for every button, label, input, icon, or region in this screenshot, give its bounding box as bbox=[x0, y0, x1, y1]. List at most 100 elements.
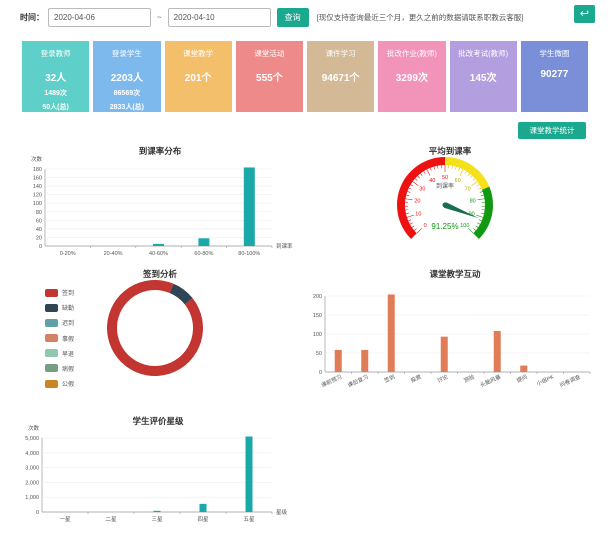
legend-item[interactable]: 早退 bbox=[45, 348, 74, 359]
x-tick-label: 四星 bbox=[197, 516, 209, 523]
x-tick-label: 三星 bbox=[151, 516, 163, 523]
legend-item[interactable]: 公假 bbox=[45, 378, 74, 389]
card-student-circle[interactable]: 学生微圈 90277 bbox=[520, 41, 588, 112]
start-date-input[interactable] bbox=[48, 7, 151, 27]
x-tick-label: 0-20% bbox=[60, 251, 76, 257]
gauge-tick bbox=[479, 191, 483, 193]
gauge-tick bbox=[471, 181, 478, 186]
gauge-tick bbox=[429, 167, 432, 171]
gauge-band-green bbox=[473, 186, 493, 239]
gauge-tick-label: 70 bbox=[465, 187, 471, 193]
gauge-tick bbox=[470, 175, 473, 179]
gauge-tick bbox=[451, 165, 453, 169]
legend-swatch bbox=[45, 288, 58, 297]
gauge-tick bbox=[458, 167, 461, 171]
gauge-tick bbox=[468, 228, 474, 234]
x-axis-label: 星级 bbox=[276, 508, 288, 516]
filter-bar: 时间： ~ 查询 [现仅支持查询最近三个月，更久之前的数据请联系职教云客服] ↩ bbox=[20, 5, 595, 27]
legend-item[interactable]: 缺勤 bbox=[45, 302, 74, 313]
x-tick-label: 投票 bbox=[409, 372, 423, 384]
card-value: 2203人 bbox=[110, 73, 143, 84]
gauge-tick-label: 30 bbox=[419, 187, 425, 193]
gauge-tick bbox=[413, 228, 417, 231]
card-title: 课堂活动 bbox=[254, 49, 285, 58]
legend-item[interactable]: 病假 bbox=[45, 363, 74, 374]
gauge-tick bbox=[481, 212, 485, 215]
card-teacher-login[interactable]: 登录教师 32人 1489次 50人(总) bbox=[22, 41, 90, 112]
x-tick-label: 测验 bbox=[462, 372, 476, 384]
bar bbox=[243, 167, 255, 246]
gauge-tick bbox=[464, 171, 467, 174]
back-button[interactable]: ↩ bbox=[574, 5, 595, 23]
x-tick-label: 问卷调查 bbox=[558, 372, 582, 389]
x-tick-label: 课后复习 bbox=[346, 373, 369, 390]
y-tick-label: 80 bbox=[36, 210, 42, 216]
gauge-tick bbox=[416, 228, 422, 234]
student-rating-chart: 0 1,000 2,000 3,000 4,000 5,000 一星 二星 三星 四星 五星 次数星级 bbox=[25, 424, 288, 523]
query-button[interactable]: 查询 bbox=[276, 7, 309, 27]
gauge-tick bbox=[455, 166, 457, 170]
query-notice: [现仅支持查询最近三个月，更久之前的数据请联系职教云客服] bbox=[316, 12, 524, 22]
avg-attendance-gauge: 0102030405060708090100到课率91.25% bbox=[397, 157, 493, 239]
x-axis-label: 到课率 bbox=[276, 242, 293, 250]
card-value: 145次 bbox=[469, 73, 497, 84]
y-tick-label: 3,000 bbox=[25, 466, 39, 472]
y-tick-label: 120 bbox=[33, 193, 42, 199]
x-tick-label: 讨论 bbox=[436, 372, 450, 384]
card-title: 登录学生 bbox=[111, 49, 142, 58]
y-tick-label: 4,000 bbox=[25, 451, 39, 457]
legend-swatch bbox=[45, 364, 58, 373]
gauge-tick bbox=[476, 214, 484, 218]
class-interaction-title: 课堂教学互动 bbox=[429, 269, 481, 279]
gauge-tick bbox=[467, 173, 470, 176]
legend-label: 病假 bbox=[62, 366, 75, 373]
x-tick-label: 提问 bbox=[515, 373, 528, 385]
card-courseware[interactable]: 课件学习 94671个 bbox=[307, 41, 375, 112]
gauge-tick-label: 50 bbox=[442, 175, 448, 181]
gauge-tick bbox=[437, 165, 439, 169]
bar bbox=[334, 349, 342, 372]
card-student-login[interactable]: 登录学生 2203人 86569次 2833人(总) bbox=[93, 41, 161, 112]
legend-item[interactable]: 迟到 bbox=[45, 317, 74, 328]
bar bbox=[493, 330, 501, 372]
end-date-input[interactable] bbox=[167, 7, 271, 27]
x-tick-label: 20-40% bbox=[104, 251, 123, 257]
card-title: 批改考试(教师) bbox=[458, 49, 509, 58]
date-separator: ~ bbox=[157, 12, 162, 22]
bar bbox=[245, 436, 253, 512]
card-class-activity[interactable]: 课堂活动 555个 bbox=[235, 41, 303, 112]
gauge-tick-label: 40 bbox=[429, 178, 435, 184]
card-value: 555个 bbox=[256, 73, 283, 84]
gauge-tick bbox=[405, 212, 409, 215]
card-class-teaching[interactable]: 课堂教学 201个 bbox=[164, 41, 232, 112]
y-tick-label: 200 bbox=[313, 294, 322, 300]
y-tick-label: 40 bbox=[36, 227, 42, 233]
x-tick-label: 40-60% bbox=[149, 251, 168, 257]
legend-item[interactable]: 事假 bbox=[45, 333, 74, 344]
card-homework-grading[interactable]: 批改作业(教师) 3299次 bbox=[378, 41, 446, 112]
legend-swatch bbox=[45, 349, 58, 358]
stat-cards: 登录教师 32人 1489次 50人(总) 登录学生 2203人 86569次 … bbox=[22, 41, 588, 112]
gauge-label: 到课率 bbox=[436, 182, 454, 190]
gauge-tick bbox=[420, 173, 423, 176]
y-tick-label: 50 bbox=[316, 351, 322, 357]
legend-label: 缺勤 bbox=[62, 306, 75, 313]
card-value: 90277 bbox=[540, 69, 569, 80]
y-tick-label: 0 bbox=[36, 510, 39, 516]
gauge-tick bbox=[417, 175, 420, 179]
bar bbox=[387, 294, 395, 372]
gauge-tick-label: 100 bbox=[460, 223, 469, 229]
card-exam-grading[interactable]: 批改考试(教师) 145次 bbox=[449, 41, 517, 112]
card-sub: 1489次 bbox=[44, 90, 67, 97]
gauge-tick bbox=[459, 169, 464, 176]
y-tick-label: 1,000 bbox=[25, 495, 39, 501]
class-teaching-stats-button[interactable]: 课堂教学统计 bbox=[518, 122, 586, 139]
legend-swatch bbox=[45, 318, 58, 327]
legend-label: 迟到 bbox=[62, 321, 75, 328]
y-tick-label: 5,000 bbox=[25, 436, 39, 442]
legend-item[interactable]: 签到 bbox=[45, 287, 74, 298]
y-tick-label: 20 bbox=[36, 235, 42, 241]
legend-label: 公假 bbox=[62, 382, 75, 389]
card-sub: 2833人(总) bbox=[109, 104, 144, 111]
legend-swatch bbox=[45, 334, 58, 343]
